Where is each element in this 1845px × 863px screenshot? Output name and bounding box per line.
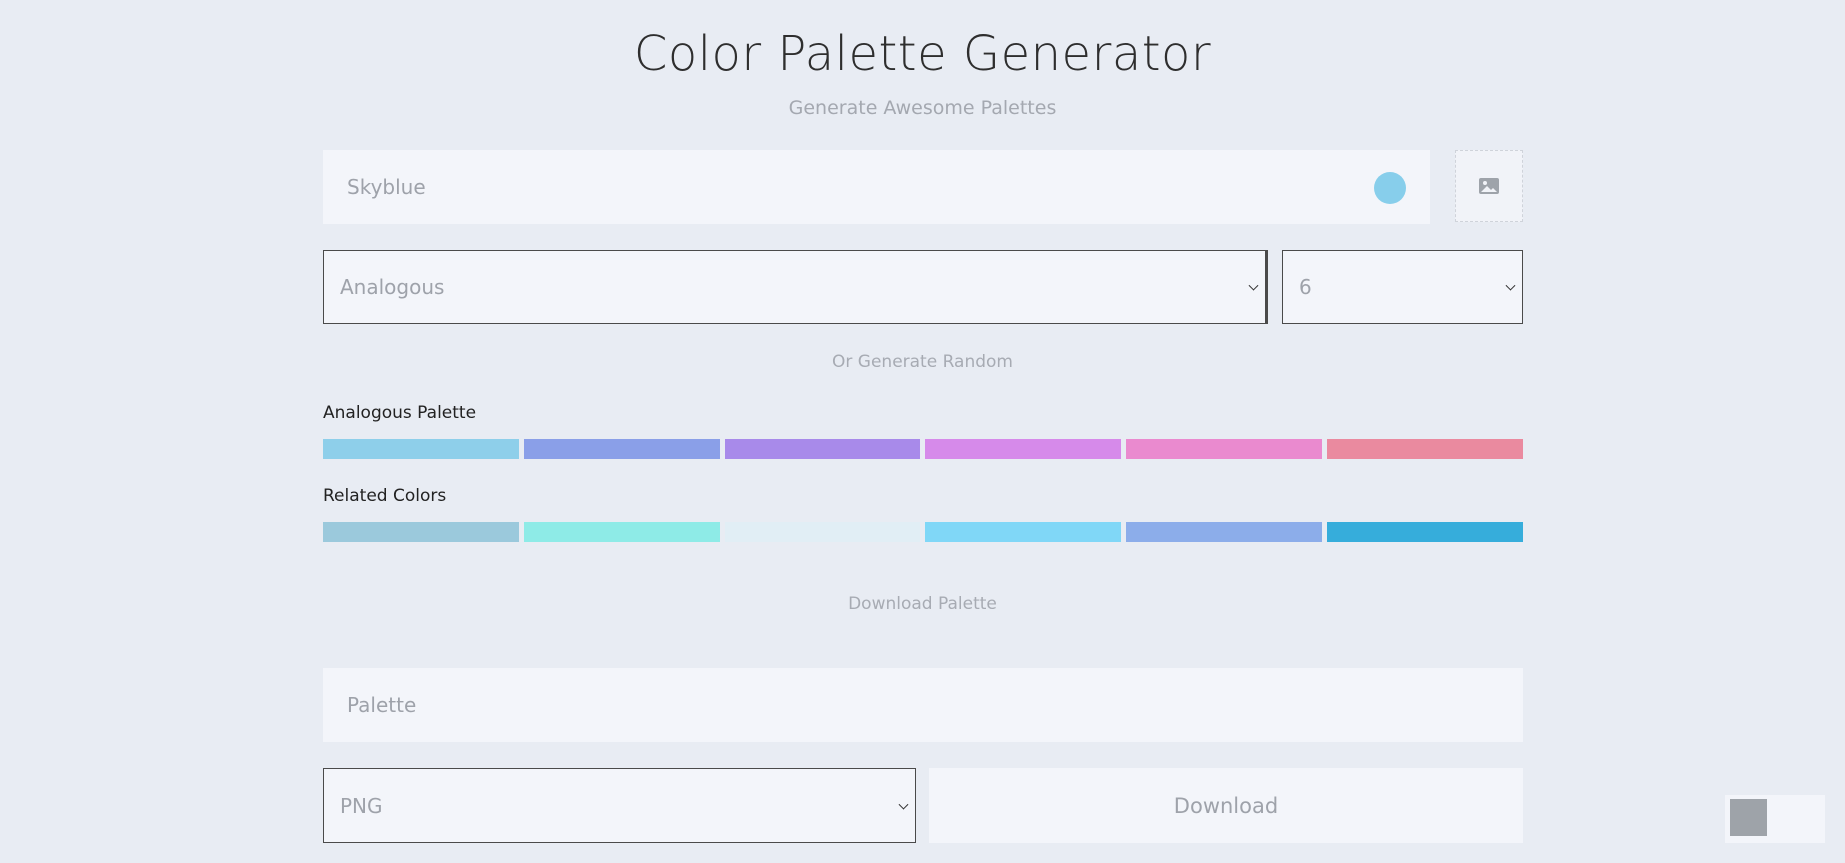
related-swatches — [323, 522, 1523, 542]
color-swatch[interactable] — [724, 522, 921, 542]
chevron-down-icon — [1505, 280, 1516, 291]
format-select-value: PNG — [340, 793, 383, 818]
chevron-down-icon — [898, 799, 909, 810]
image-icon — [1479, 178, 1499, 194]
color-swatch[interactable] — [523, 439, 720, 459]
color-swatch[interactable] — [1327, 439, 1523, 459]
download-button[interactable]: Download — [929, 768, 1523, 843]
download-palette-heading: Download Palette — [848, 594, 997, 614]
generate-random-link[interactable]: Or Generate Random — [0, 352, 1845, 372]
color-swatch[interactable] — [724, 439, 921, 459]
image-upload-button[interactable] — [1455, 150, 1523, 222]
color-input[interactable]: Skyblue — [323, 150, 1430, 224]
corner-widget[interactable] — [1725, 795, 1825, 843]
color-swatch[interactable] — [1126, 439, 1323, 459]
color-preview-swatch[interactable] — [1374, 172, 1406, 204]
related-colors-label: Related Colors — [323, 486, 447, 506]
color-swatch[interactable] — [323, 522, 519, 542]
palette-name-input[interactable]: Palette — [323, 668, 1523, 742]
color-swatch[interactable] — [925, 439, 1122, 459]
palette-label: Analogous Palette — [323, 403, 477, 423]
chevron-down-icon — [1248, 280, 1259, 291]
palette-swatches — [323, 439, 1523, 459]
color-swatch[interactable] — [1126, 522, 1323, 542]
scheme-select-value: Analogous — [340, 275, 445, 299]
color-swatch[interactable] — [925, 522, 1122, 542]
page-subtitle: Generate Awesome Palettes — [788, 97, 1057, 119]
color-input-value: Skyblue — [347, 175, 426, 199]
color-count-select[interactable]: 6 — [1282, 250, 1523, 324]
color-count-value: 6 — [1299, 275, 1312, 299]
color-swatch[interactable] — [523, 522, 720, 542]
color-swatch[interactable] — [323, 439, 519, 459]
scheme-select[interactable]: Analogous — [323, 250, 1268, 324]
corner-square-icon — [1730, 799, 1767, 836]
page-title: Color Palette Generator — [633, 26, 1212, 82]
palette-name-placeholder: Palette — [347, 693, 417, 717]
format-select[interactable]: PNG — [323, 768, 916, 843]
color-swatch[interactable] — [1327, 522, 1523, 542]
